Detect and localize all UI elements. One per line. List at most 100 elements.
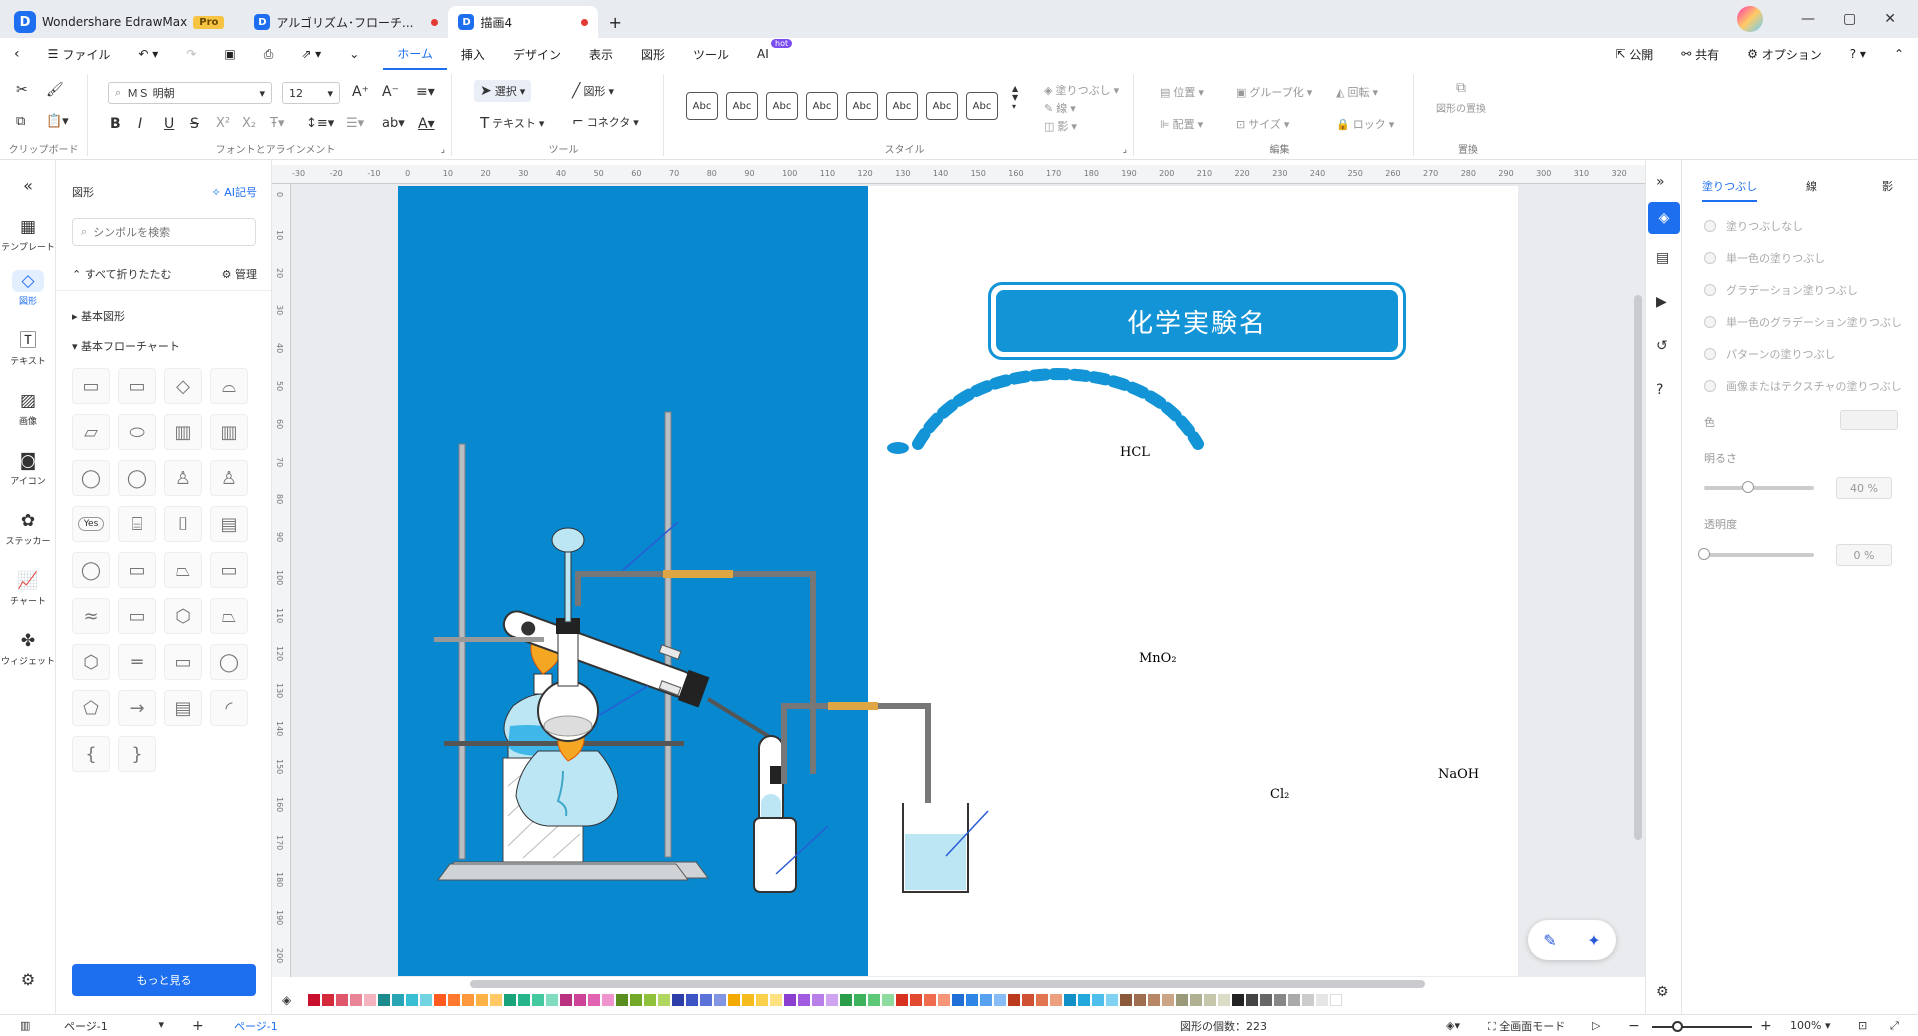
cut-icon[interactable]: ✂ (16, 82, 28, 98)
tab-home[interactable]: ホーム (383, 38, 447, 70)
category-basic-flowchart[interactable]: ▾ 基本フローチャート (72, 338, 180, 354)
flowchart-shape[interactable]: ▭ (118, 552, 156, 588)
line-button[interactable]: ✎ 線 ▾ (1044, 100, 1076, 116)
subscript-icon[interactable]: X₂ (242, 116, 256, 131)
rail-images[interactable]: ▨ 画像 (0, 390, 56, 427)
transparency-slider[interactable] (1698, 548, 1814, 560)
collapse-panel-icon[interactable]: « (0, 176, 56, 195)
ai-wand-icon[interactable]: ✎ (1543, 931, 1556, 950)
color-swatch[interactable] (756, 994, 768, 1006)
color-swatch[interactable] (980, 994, 992, 1006)
flowchart-shape[interactable]: ≈ (72, 598, 110, 634)
color-picker[interactable] (1840, 410, 1898, 430)
color-swatch[interactable] (504, 994, 516, 1006)
color-swatch[interactable] (1022, 994, 1034, 1006)
flowchart-shape[interactable]: ♙ (210, 460, 248, 496)
title-text[interactable]: 化学実験名 (994, 288, 1400, 354)
tab-shape[interactable]: 図形 (627, 38, 679, 70)
color-swatch[interactable] (434, 994, 446, 1006)
tab-drawing4[interactable]: D 描画4 (448, 6, 599, 38)
color-swatch[interactable] (364, 994, 376, 1006)
style-swatch[interactable]: Abc (926, 92, 958, 120)
color-swatch[interactable] (322, 994, 334, 1006)
color-swatch[interactable] (1246, 994, 1258, 1006)
options-button[interactable]: ⚙ オプション (1733, 38, 1836, 70)
radio-gradient-fill[interactable]: グラデーション塗りつぶし (1704, 282, 1858, 298)
flowchart-shape[interactable]: ⌷ (164, 506, 202, 542)
flowchart-shape[interactable]: } (118, 736, 156, 772)
label-naoh[interactable]: NaOH (1438, 767, 1479, 782)
rotate-button[interactable]: ◭ 回転 ▾ (1336, 84, 1378, 100)
color-swatch[interactable] (448, 994, 460, 1006)
font-size-select[interactable]: 12 ▾ (282, 82, 340, 104)
tab-algorithm-flowchart[interactable]: D アルゴリズム･フローチ... (244, 6, 448, 38)
color-swatch[interactable] (1008, 994, 1020, 1006)
help-icon[interactable]: ? ▾ (1836, 38, 1880, 70)
rail-stickers[interactable]: ✿ ステッカー (0, 510, 56, 547)
flowchart-shape[interactable]: ⏢ (164, 552, 202, 588)
color-swatch[interactable] (658, 994, 670, 1006)
flowchart-shape[interactable]: ⌓ (210, 368, 248, 404)
flowchart-shape[interactable]: ◇ (164, 368, 202, 404)
vertical-scrollbar[interactable] (1634, 295, 1642, 840)
color-swatch[interactable] (896, 994, 908, 1006)
restore-button[interactable]: ▢ (1843, 11, 1856, 27)
color-swatch[interactable] (630, 994, 642, 1006)
color-swatch[interactable] (728, 994, 740, 1006)
tab-ai[interactable]: AI hot (743, 38, 793, 70)
rail-charts[interactable]: 📈 チャート (0, 570, 56, 607)
collapse-all-button[interactable]: ⌃ すべて折りたたむ (72, 266, 172, 282)
color-swatch[interactable] (1106, 994, 1118, 1006)
font-color-icon[interactable]: A▾ (418, 116, 435, 132)
ai-symbol-button[interactable]: ✧ AI記号 (212, 184, 258, 200)
slider-knob[interactable] (1742, 481, 1754, 493)
share-button[interactable]: ⚯ 共有 (1667, 38, 1733, 70)
color-swatch[interactable] (714, 994, 726, 1006)
flowchart-shape[interactable]: { (72, 736, 110, 772)
color-swatch[interactable] (518, 994, 530, 1006)
redo-icon[interactable]: ↷ (172, 38, 210, 70)
style-scroll-icon[interactable]: ▲ ▼ ▾ (1012, 84, 1018, 111)
dialog-launcher-icon[interactable]: ⌟ (441, 145, 445, 155)
color-swatch[interactable] (350, 994, 362, 1006)
color-swatch[interactable] (672, 994, 684, 1006)
title-box[interactable]: 化学実験名 (988, 282, 1406, 360)
color-swatch[interactable] (588, 994, 600, 1006)
text-case-icon[interactable]: Ŧ▾ (270, 116, 284, 131)
distillation-setup-left[interactable] (441, 411, 784, 885)
italic-icon[interactable]: I (138, 116, 142, 132)
zoom-out-icon[interactable]: − (1628, 1018, 1640, 1034)
color-swatch[interactable] (952, 994, 964, 1006)
color-swatch[interactable] (392, 994, 404, 1006)
color-swatch[interactable] (910, 994, 922, 1006)
color-swatch[interactable] (1064, 994, 1076, 1006)
flowchart-shape[interactable]: ▭ (118, 368, 156, 404)
bold-icon[interactable]: B (110, 116, 121, 132)
color-swatch[interactable] (868, 994, 880, 1006)
rail-icons[interactable]: ◙ アイコン (0, 450, 56, 487)
settings-icon[interactable]: ⚙ (1656, 984, 1669, 1000)
color-swatch[interactable] (1092, 994, 1104, 1006)
color-swatch[interactable] (1120, 994, 1132, 1006)
color-swatch[interactable] (770, 994, 782, 1006)
style-swatch[interactable]: Abc (886, 92, 918, 120)
underline-icon[interactable]: U (164, 116, 174, 132)
color-swatch[interactable] (1302, 994, 1314, 1006)
flowchart-shape[interactable]: ⬭ (118, 414, 156, 450)
rail-templates[interactable]: ▦ テンプレート (0, 216, 56, 253)
more-icon[interactable]: ⌄ (335, 38, 373, 70)
clamp-arm[interactable] (434, 637, 544, 642)
undo-icon[interactable]: ↶ ▾ (124, 38, 172, 70)
brightness-input[interactable]: 40 % (1836, 477, 1892, 499)
color-swatch[interactable] (700, 994, 712, 1006)
expand-icon[interactable]: ⤢ (1890, 1019, 1899, 1033)
fill-color-icon[interactable]: ◈ (282, 993, 291, 1007)
page-tab[interactable]: ページ-1 (234, 1018, 278, 1034)
color-swatch[interactable] (882, 994, 894, 1006)
minimize-button[interactable]: — (1801, 11, 1815, 27)
stand-rod-right[interactable] (458, 443, 466, 860)
color-swatch[interactable] (1274, 994, 1286, 1006)
flowchart-shape[interactable]: ▭ (72, 368, 110, 404)
color-swatch[interactable] (378, 994, 390, 1006)
zoom-level[interactable]: 100% ▾ (1790, 1019, 1830, 1032)
